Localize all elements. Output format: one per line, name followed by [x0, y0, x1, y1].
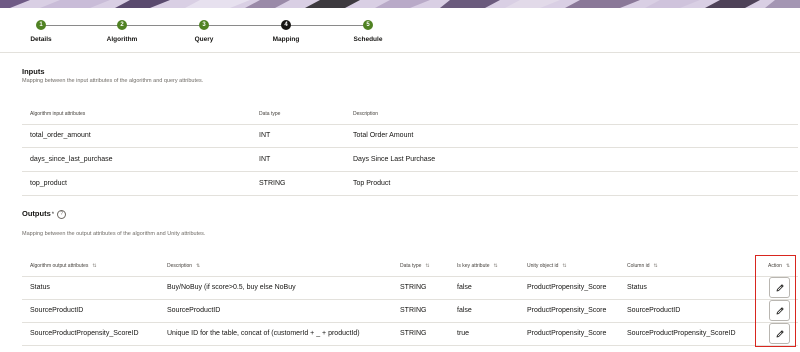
cell-attribute: Status — [22, 276, 159, 300]
cell-attribute: top_product — [22, 171, 251, 196]
column-header-unity-object[interactable]: Unity object id ⇅ — [519, 256, 619, 277]
cell-column-id: SourceProductPropensity_ScoreID — [619, 322, 760, 346]
sort-icon[interactable]: ⇅ — [654, 263, 658, 269]
pencil-icon — [776, 306, 784, 314]
sort-icon[interactable]: ⇅ — [196, 263, 200, 269]
cell-is-key: false — [449, 299, 519, 323]
table-row[interactable]: top_product STRING Top Product — [22, 171, 798, 196]
pencil-icon — [776, 329, 784, 337]
cell-data-type: INT — [251, 124, 345, 148]
cell-unity-object: ProductPropensity_Score — [519, 276, 619, 300]
table-row[interactable]: SourceProductID SourceProductID STRING f… — [22, 299, 798, 323]
column-header-label: Unity object id — [527, 262, 559, 269]
cell-data-type: STRING — [251, 171, 345, 196]
cell-column-id: Status — [619, 276, 760, 300]
column-header-is-key[interactable]: Is key attribute ⇅ — [449, 256, 519, 277]
cell-attribute: SourceProductPropensity_ScoreID — [22, 322, 159, 346]
cell-unity-object: ProductPropensity_Score — [519, 299, 619, 323]
header-banner — [0, 0, 800, 8]
banner-pattern — [0, 0, 800, 8]
required-marker: * — [51, 212, 55, 218]
step-algorithm[interactable]: 2 Algorithm — [87, 17, 157, 43]
pencil-icon — [776, 283, 784, 291]
step-schedule[interactable]: 5 Schedule — [333, 17, 403, 43]
step-badge: 1 — [36, 20, 46, 30]
cell-description: Days Since Last Purchase — [345, 147, 798, 172]
cell-attribute: SourceProductID — [22, 299, 159, 323]
table-row[interactable]: days_since_last_purchase INT Days Since … — [22, 147, 798, 172]
cell-attribute: days_since_last_purchase — [22, 147, 251, 172]
edit-button[interactable] — [769, 277, 790, 298]
cell-description: SourceProductID — [159, 299, 392, 323]
cell-data-type: STRING — [392, 276, 449, 300]
table-row[interactable]: SourceProductPropensity_ScoreID Unique I… — [22, 322, 798, 346]
sort-icon[interactable]: ⇅ — [786, 263, 790, 269]
edit-button[interactable] — [769, 323, 790, 344]
sort-icon[interactable]: ⇅ — [562, 263, 566, 269]
column-header-label: Column id — [627, 262, 650, 269]
step-badge: 2 — [117, 20, 127, 30]
column-header-label: Is key attribute — [457, 262, 490, 269]
cell-data-type: STRING — [392, 322, 449, 346]
step-label: Mapping — [272, 36, 300, 43]
column-header-action[interactable]: Action ⇅ — [760, 256, 798, 277]
step-details[interactable]: 1 Details — [6, 17, 76, 43]
cell-is-key: true — [449, 322, 519, 346]
column-header: Data type — [251, 104, 345, 125]
column-header-label: Description — [167, 262, 193, 269]
edit-button[interactable] — [769, 300, 790, 321]
column-header-label: Algorithm output attributes — [30, 262, 89, 269]
step-badge: 5 — [363, 20, 373, 30]
column-header: Description — [345, 104, 798, 125]
column-header: Algorithm input attributes — [22, 104, 251, 125]
column-header-label: Action — [768, 262, 782, 269]
outputs-table: Algorithm output attributes ⇅ Description… — [22, 256, 798, 346]
sort-icon[interactable]: ⇅ — [494, 263, 498, 269]
table-row[interactable]: total_order_amount INT Total Order Amoun… — [22, 124, 798, 148]
cell-description: Top Product — [345, 171, 798, 196]
table-header-row: Algorithm input attributes Data type Des… — [22, 104, 798, 125]
step-label: Algorithm — [106, 36, 138, 43]
sort-icon[interactable]: ⇅ — [425, 263, 429, 269]
step-badge: 3 — [199, 20, 209, 30]
cell-description: Total Order Amount — [345, 124, 798, 148]
outputs-title-text: Outputs — [22, 209, 51, 218]
column-header-data-type[interactable]: Data type ⇅ — [392, 256, 449, 277]
cell-action — [760, 322, 798, 346]
cell-action — [760, 299, 798, 323]
column-header-column-id[interactable]: Column id ⇅ — [619, 256, 760, 277]
inputs-description: Mapping between the input attributes of … — [22, 78, 204, 84]
cell-unity-object: ProductPropensity_Score — [519, 322, 619, 346]
table-header-row: Algorithm output attributes ⇅ Description… — [22, 256, 798, 277]
divider — [0, 52, 800, 53]
help-icon[interactable]: ? — [57, 209, 67, 219]
cell-column-id: SourceProductID — [619, 299, 760, 323]
step-badge: 4 — [281, 20, 291, 30]
column-header-label: Data type — [400, 262, 422, 269]
wizard-stepper: 1 Details 2 Algorithm 3 Query 4 Mapping … — [0, 17, 800, 47]
outputs-description: Mapping between the output attributes of… — [22, 231, 206, 237]
step-label: Details — [30, 36, 52, 43]
step-query[interactable]: 3 Query — [169, 17, 239, 43]
inputs-title: Inputs — [22, 67, 45, 76]
column-header-description[interactable]: Description ⇅ — [159, 256, 392, 277]
cell-is-key: false — [449, 276, 519, 300]
step-label: Schedule — [353, 36, 383, 43]
cell-description: Unique ID for the table, concat of (cust… — [159, 322, 392, 346]
sort-icon[interactable]: ⇅ — [92, 263, 96, 269]
cell-description: Buy/NoBuy (if score>0.5, buy else NoBuy — [159, 276, 392, 300]
inputs-table: Algorithm input attributes Data type Des… — [22, 104, 798, 196]
cell-attribute: total_order_amount — [22, 124, 251, 148]
cell-data-type: STRING — [392, 299, 449, 323]
cell-action — [760, 276, 798, 300]
column-header-attribute[interactable]: Algorithm output attributes ⇅ — [22, 256, 159, 277]
table-row[interactable]: Status Buy/NoBuy (if score>0.5, buy else… — [22, 276, 798, 300]
step-mapping[interactable]: 4 Mapping — [251, 17, 321, 43]
outputs-title: Outputs*? — [22, 209, 67, 219]
cell-data-type: INT — [251, 147, 345, 172]
step-label: Query — [194, 36, 214, 43]
